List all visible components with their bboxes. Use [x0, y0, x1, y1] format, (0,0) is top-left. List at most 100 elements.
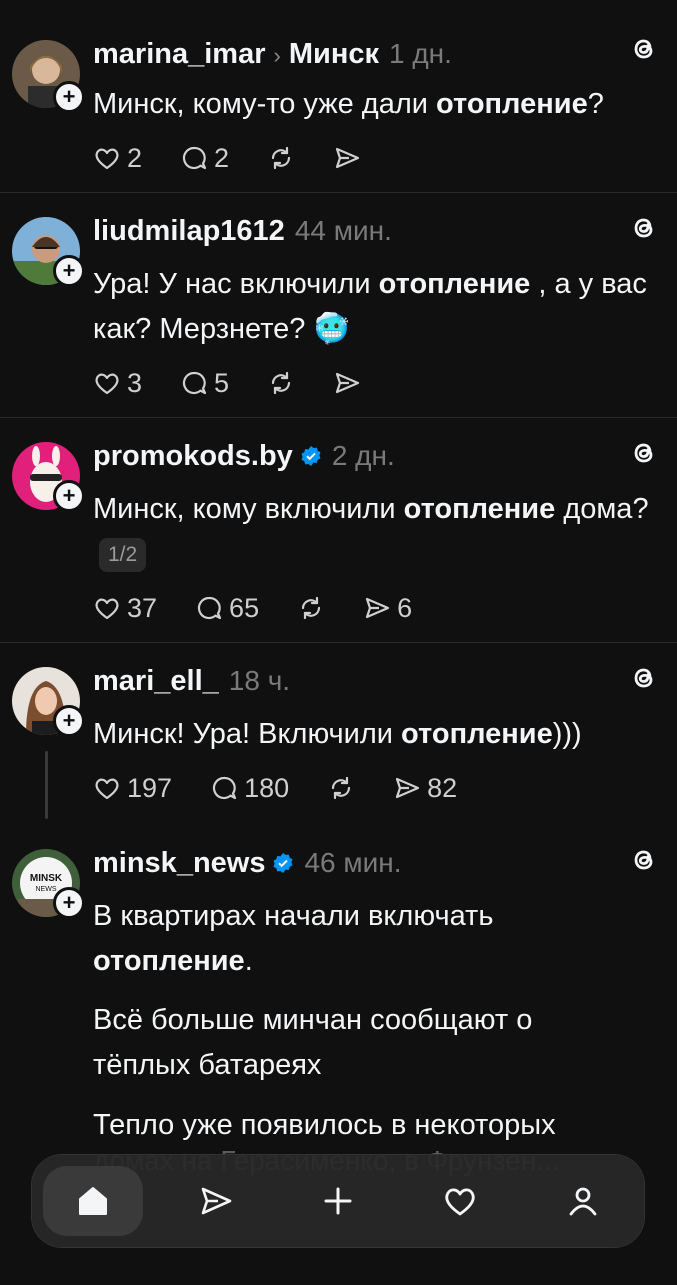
- repost-icon: [301, 596, 321, 620]
- follow-plus-icon[interactable]: +: [53, 480, 85, 512]
- post-text-part: дома?: [555, 493, 649, 525]
- nav-activity[interactable]: [410, 1166, 510, 1236]
- nav-send[interactable]: [166, 1166, 266, 1236]
- heart-icon: [95, 373, 119, 395]
- post-text-part: ?: [587, 88, 604, 120]
- comment-icon: [197, 596, 222, 620]
- post-text-part: Минск, кому-то уже дали: [93, 88, 437, 120]
- reply-button[interactable]: 5: [180, 368, 229, 399]
- heart-icon: [445, 1188, 475, 1216]
- repost-button[interactable]: [297, 594, 325, 622]
- follow-plus-icon[interactable]: +: [53, 705, 85, 737]
- repost-button[interactable]: [267, 144, 295, 172]
- topic-tag[interactable]: Минск: [289, 38, 379, 71]
- heart-icon: [95, 598, 119, 620]
- comment-icon: [212, 776, 237, 800]
- heart-icon: [95, 778, 119, 800]
- post-text-bold: отопление: [401, 718, 553, 750]
- svg-text:NEWS: NEWS: [36, 886, 57, 893]
- post-text: Ура! У нас включили отопление , а у вас …: [93, 262, 657, 352]
- verified-badge-icon: [273, 853, 293, 873]
- post[interactable]: + mari_ell_ 18 ч. Минск! Ура! Включили о…: [0, 643, 677, 825]
- post-text-part: Ура! У нас включили: [93, 268, 379, 300]
- username[interactable]: promokods.by: [93, 440, 293, 473]
- threads-icon[interactable]: [629, 438, 659, 468]
- post-time: 2 дн.: [331, 440, 395, 471]
- svg-text:MINSK: MINSK: [30, 873, 63, 884]
- like-button[interactable]: 3: [93, 368, 142, 399]
- post-text: Минск, кому включили отопление дома? 1/2: [93, 487, 657, 577]
- repost-icon: [271, 146, 291, 170]
- reply-count: 180: [244, 772, 290, 803]
- post-text-bold: отопление: [403, 493, 556, 525]
- post-time: 18 ч.: [228, 665, 291, 696]
- username[interactable]: minsk_news: [93, 847, 265, 880]
- reply-button[interactable]: 65: [195, 593, 259, 624]
- bottom-nav-bar: [32, 1155, 644, 1247]
- repost-button[interactable]: [267, 369, 295, 397]
- post-text-part: .: [244, 945, 253, 977]
- post-time: 44 мин.: [294, 215, 392, 246]
- reply-button[interactable]: 180: [210, 773, 289, 804]
- repost-icon: [271, 371, 291, 395]
- post[interactable]: + marina_imar › Минск 1 дн. Минск, кому-…: [0, 0, 677, 192]
- nav-create[interactable]: [288, 1166, 388, 1236]
- post-text-bold: отопление: [378, 268, 531, 300]
- like-count: 2: [127, 142, 143, 173]
- nav-profile[interactable]: [533, 1166, 633, 1236]
- threads-icon[interactable]: [629, 34, 659, 64]
- post[interactable]: + liudmilap1612 44 мин. Ура! У нас включ…: [0, 193, 677, 417]
- like-count: 197: [127, 772, 173, 803]
- send-icon: [335, 147, 360, 169]
- like-button[interactable]: 197: [93, 773, 172, 804]
- share-count: 82: [427, 772, 458, 803]
- reply-button[interactable]: 2: [180, 143, 229, 174]
- share-button[interactable]: [333, 144, 361, 172]
- threads-icon[interactable]: [629, 663, 659, 693]
- like-count: 37: [127, 592, 158, 623]
- send-icon: [396, 777, 420, 799]
- like-button[interactable]: 2: [93, 143, 142, 174]
- nav-home[interactable]: [43, 1166, 144, 1236]
- chevron-right-icon: ›: [273, 43, 281, 68]
- post-time: 1 дн.: [388, 38, 452, 69]
- post-text-part: Минск! Ура! Включили: [93, 718, 402, 750]
- post-text-part: В квартирах начали включать: [93, 900, 494, 932]
- username[interactable]: mari_ell_: [93, 665, 219, 698]
- plus-icon: [324, 1187, 352, 1215]
- post-text-part: Минск, кому включили: [93, 493, 404, 525]
- post-text-bold: отопление: [436, 88, 588, 120]
- reply-count: 65: [229, 592, 260, 623]
- post-time: 46 мин.: [304, 847, 402, 878]
- threads-icon[interactable]: [629, 845, 659, 875]
- follow-plus-icon[interactable]: +: [53, 81, 85, 113]
- username[interactable]: marina_imar: [93, 38, 266, 71]
- post-text: Минск! Ура! Включили отопление))): [93, 712, 657, 757]
- repost-icon: [332, 776, 351, 800]
- reply-count: 2: [214, 142, 230, 173]
- verified-badge-icon: [301, 446, 321, 466]
- send-icon: [201, 1187, 231, 1215]
- share-count: 6: [397, 592, 413, 623]
- send-icon: [335, 372, 360, 394]
- threads-icon[interactable]: [629, 213, 659, 243]
- post-paragraph: Всё больше минчан сообщают о тёплых бата…: [93, 1004, 533, 1081]
- share-button[interactable]: 82: [393, 773, 457, 804]
- heart-icon: [95, 148, 119, 170]
- thread-pager[interactable]: 1/2: [99, 538, 147, 573]
- send-icon: [365, 597, 390, 619]
- like-count: 3: [127, 367, 143, 398]
- like-button[interactable]: 37: [93, 593, 157, 624]
- post-text: В квартирах начали включать отопление.: [93, 894, 657, 984]
- follow-plus-icon[interactable]: +: [53, 887, 85, 919]
- share-button[interactable]: 6: [363, 593, 412, 624]
- follow-plus-icon[interactable]: +: [53, 255, 85, 287]
- post[interactable]: + promokods.by 2 дн. Минск, кому включил…: [0, 418, 677, 642]
- post-text: Минск, кому-то уже дали отопление?: [93, 82, 657, 127]
- share-button[interactable]: [333, 369, 361, 397]
- home-icon: [79, 1187, 108, 1215]
- reply-count: 5: [214, 367, 230, 398]
- username[interactable]: liudmilap1612: [93, 215, 285, 248]
- repost-button[interactable]: [327, 774, 355, 802]
- post-paragraph: Тепло уже появилось в некоторых: [93, 1109, 556, 1141]
